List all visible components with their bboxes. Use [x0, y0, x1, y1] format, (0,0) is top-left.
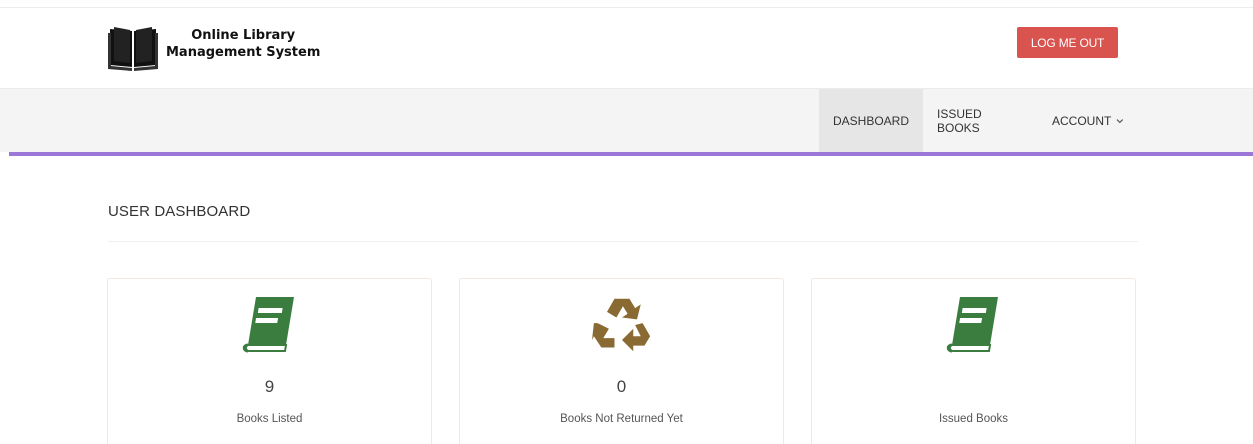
books-listed-count: 9: [264, 377, 275, 396]
books-not-returned-label: Books Not Returned Yet: [560, 413, 683, 425]
nav-item-account-label: ACCOUNT: [1052, 113, 1112, 128]
recycle-icon: [591, 298, 650, 352]
book-icon: [242, 297, 294, 353]
logout-button[interactable]: LOG ME OUT: [1017, 27, 1118, 58]
books-not-returned-count: 0: [616, 377, 627, 396]
page-title: USER DASHBOARD: [108, 203, 251, 220]
nav-item-dashboard[interactable]: DASHBOARD: [819, 89, 923, 152]
header: Online Library Management System LOG ME …: [0, 8, 1253, 88]
navbar-accent-line: [9, 152, 1253, 156]
nav-item-issued-books-label: ISSUED BOOKS: [937, 106, 982, 135]
site-title-line2: Management System: [166, 45, 321, 60]
logo[interactable]: Online Library Management System: [108, 25, 320, 71]
books-listed-label: Books Listed: [236, 413, 303, 425]
site-title: Online Library Management System: [166, 27, 320, 61]
divider: [108, 241, 1138, 242]
open-book-logo-icon: [108, 27, 158, 71]
book-icon: [946, 297, 998, 353]
issued-books-label: Issued Books: [938, 413, 1009, 425]
card-issued-books[interactable]: Issued Books: [811, 278, 1136, 444]
nav-item-account[interactable]: ACCOUNT: [1038, 89, 1138, 152]
site-title-line1: Online Library: [191, 28, 296, 43]
nav-item-dashboard-label: DASHBOARD: [833, 113, 910, 128]
chevron-down-icon: [1116, 118, 1124, 123]
navbar: DASHBOARD ISSUED BOOKS ACCOUNT: [0, 88, 1253, 152]
nav-item-issued-books[interactable]: ISSUED BOOKS: [923, 89, 1038, 152]
card-books-listed[interactable]: 9 Books Listed: [107, 278, 432, 444]
card-books-not-returned[interactable]: 0 Books Not Returned Yet: [459, 278, 784, 444]
